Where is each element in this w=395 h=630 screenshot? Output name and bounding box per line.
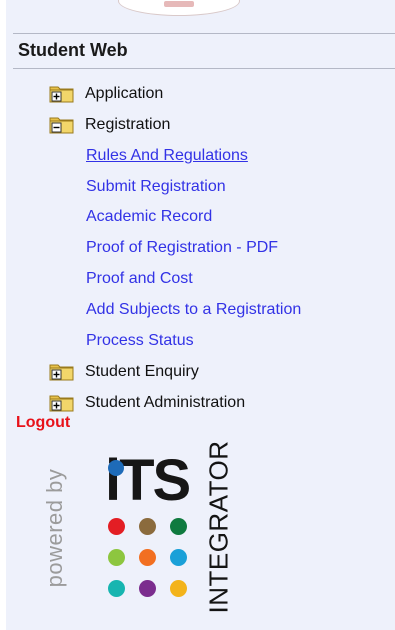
link-add-subjects[interactable]: Add Subjects to a Registration: [86, 298, 301, 322]
logo-dot: [170, 518, 187, 535]
menu-folder-label[interactable]: Student Administration: [85, 394, 245, 412]
link-rules-and-regulations[interactable]: Rules And Regulations: [86, 144, 248, 168]
logout-link[interactable]: Logout: [16, 414, 70, 432]
folder-collapsed-icon[interactable]: [49, 84, 75, 104]
link-submit-registration[interactable]: Submit Registration: [86, 175, 226, 199]
sidebar-title: Student Web: [18, 40, 128, 60]
menu-folder-label[interactable]: Student Enquiry: [85, 363, 199, 381]
menu-folder-registration[interactable]: Registration: [49, 113, 170, 137]
logo-dot: [139, 518, 156, 535]
integrator-label: INTEGRATOR: [203, 440, 234, 614]
logo-dot: [139, 580, 156, 597]
folder-collapsed-icon[interactable]: [49, 393, 75, 413]
logo-dot: [139, 549, 156, 566]
menu-folder-label[interactable]: Registration: [85, 116, 170, 134]
logo-dot: [170, 580, 187, 597]
menu-folder-application[interactable]: Application: [49, 82, 163, 106]
link-academic-record[interactable]: Academic Record: [86, 205, 212, 229]
integrator-text: INTEGRATOR: [204, 440, 234, 613]
link-proof-and-cost[interactable]: Proof and Cost: [86, 267, 193, 291]
sidebar-header: Student Web: [13, 33, 395, 69]
its-i-dot: [108, 460, 124, 476]
logo-dot: [170, 549, 187, 566]
logo-dot: [108, 549, 125, 566]
menu-folder-label[interactable]: Application: [85, 85, 163, 103]
link-proof-of-registration-pdf[interactable]: Proof of Registration - PDF: [86, 236, 278, 260]
menu-folder-student-enquiry[interactable]: Student Enquiry: [49, 360, 199, 384]
link-process-status[interactable]: Process Status: [86, 329, 194, 353]
powered-by-label: powered by: [42, 468, 67, 588]
menu-folder-student-administration[interactable]: Student Administration: [49, 391, 245, 415]
powered-by-text: powered by: [42, 463, 68, 593]
folder-expanded-icon[interactable]: [49, 115, 75, 135]
folder-collapsed-icon[interactable]: [49, 362, 75, 382]
logo-dot: [108, 518, 125, 535]
logo-dot: [108, 580, 125, 597]
its-logo-dot-grid: [108, 518, 188, 598]
